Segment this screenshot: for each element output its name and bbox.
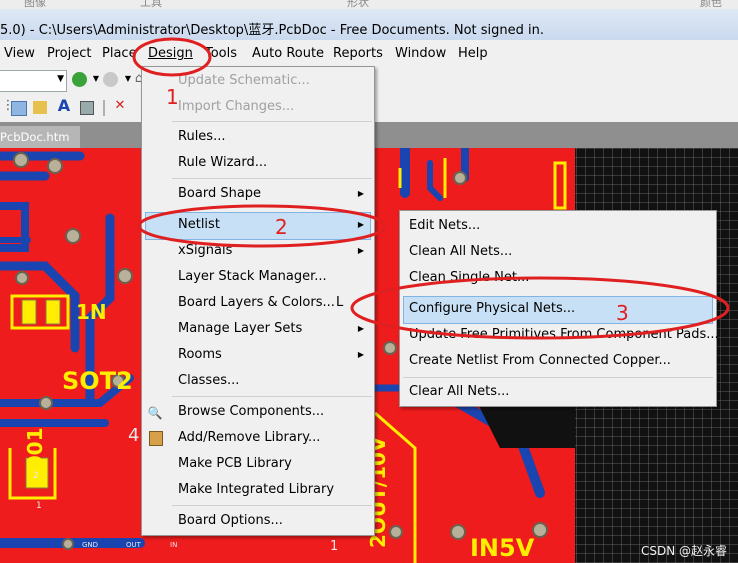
background-app-toolbar-strip: 图像 工具 形状 颜色: [0, 0, 738, 9]
menu-tools[interactable]: Tools: [205, 46, 237, 61]
strip-label: 形状: [347, 0, 369, 9]
submenu-item-clear-all-nets[interactable]: Clear All Nets...: [409, 384, 509, 399]
submenu-item-configure-physical-nets[interactable]: Configure Physical Nets...: [409, 301, 575, 316]
netlist-submenu: Edit Nets... Clean All Nets... Clean Sin…: [399, 210, 719, 407]
menu-item-rooms[interactable]: Rooms: [178, 347, 222, 362]
strip-label: 颜色: [700, 0, 722, 9]
submenu-arrow-icon: ▶: [357, 189, 364, 198]
pin-label: 1: [36, 501, 42, 511]
silkscreen-label: IN5V: [470, 534, 535, 562]
menu-reports[interactable]: Reports: [333, 46, 383, 61]
strip-label: 工具: [140, 0, 162, 9]
menu-separator: [403, 377, 713, 378]
toolbar-divider: [103, 100, 105, 116]
submenu-arrow-icon: ▶: [357, 220, 364, 229]
menu-bar: View Project Place Design Tools Auto Rou…: [0, 40, 738, 67]
strip-label: 图像: [24, 0, 46, 9]
pin-label: IN: [170, 541, 177, 549]
menu-item-board-options[interactable]: Board Options...: [178, 513, 283, 528]
submenu-arrow-icon: ▶: [357, 350, 364, 359]
tab-document[interactable]: PcbDoc.htm: [0, 126, 80, 148]
design-menu: Update Schematic... Import Changes... Ru…: [141, 66, 375, 536]
forward-icon[interactable]: [103, 72, 118, 87]
window-title-bar[interactable]: 5.0) - C:\Users\Administrator\Desktop\蓝牙…: [0, 9, 738, 41]
menu-separator: [172, 178, 372, 179]
library-icon: [149, 431, 163, 446]
menu-item-update-schematic[interactable]: Update Schematic...: [178, 73, 310, 88]
menu-item-rules[interactable]: Rules...: [178, 129, 225, 144]
menu-item-netlist[interactable]: Netlist: [178, 217, 220, 232]
menu-help[interactable]: Help: [458, 46, 488, 61]
shortcut-key: L: [336, 295, 344, 310]
menu-item-classes[interactable]: Classes...: [178, 373, 239, 388]
pin-label: 4: [128, 425, 139, 446]
submenu-item-clean-single-net[interactable]: Clean Single Net...: [409, 270, 529, 285]
menu-item-add-remove-library[interactable]: Add/Remove Library...: [178, 430, 320, 445]
annotation-step-number: 2: [275, 215, 288, 239]
menu-item-board-shape[interactable]: Board Shape: [178, 186, 261, 201]
menu-window[interactable]: Window: [395, 46, 446, 61]
menu-item-board-layers-colors[interactable]: Board Layers & Colors...: [178, 295, 335, 310]
submenu-item-update-free-primitives[interactable]: Update Free Primitives From Component Pa…: [409, 327, 719, 342]
menu-design[interactable]: Design: [148, 46, 193, 61]
menu-item-make-pcb-library[interactable]: Make PCB Library: [178, 456, 292, 471]
menu-place[interactable]: Place: [102, 46, 137, 61]
menu-view[interactable]: View: [4, 46, 35, 61]
menu-item-import-changes[interactable]: Import Changes...: [178, 99, 294, 114]
submenu-arrow-icon: ▶: [357, 246, 364, 255]
silkscreen-label: SOT2: [62, 367, 133, 395]
submenu-item-clean-all-nets[interactable]: Clean All Nets...: [409, 244, 512, 259]
menu-separator: [172, 121, 372, 122]
annotation-step-number: 1: [166, 85, 179, 109]
menu-item-layer-stack-manager[interactable]: Layer Stack Manager...: [178, 269, 327, 284]
menu-separator: [172, 505, 372, 506]
rectangle-tool-icon[interactable]: [11, 101, 27, 116]
delete-icon[interactable]: ✕: [112, 98, 128, 114]
menu-item-make-integrated-library[interactable]: Make Integrated Library: [178, 482, 334, 497]
silkscreen-label: 1N: [76, 300, 107, 324]
menu-item-manage-layer-sets[interactable]: Manage Layer Sets: [178, 321, 302, 336]
pin-label: GND: [82, 541, 98, 549]
text-tool-icon[interactable]: A: [56, 98, 72, 114]
annotation-step-number: 3: [616, 301, 629, 325]
pin-label: 2: [33, 471, 39, 481]
menu-auto-route[interactable]: Auto Route: [252, 46, 324, 61]
back-icon[interactable]: [72, 72, 87, 87]
chevron-down-icon: ▼: [57, 74, 64, 84]
submenu-item-create-netlist-from-copper[interactable]: Create Netlist From Connected Copper...: [409, 353, 671, 368]
pin-label: 1: [330, 539, 338, 554]
chevron-down-icon[interactable]: ▼: [88, 71, 104, 87]
menu-item-xsignals[interactable]: xSignals: [178, 243, 232, 258]
watermark: CSDN @赵永睿: [641, 544, 728, 558]
browse-components-icon: 🔍: [147, 406, 163, 420]
navigation-combo[interactable]: ▼: [0, 70, 67, 92]
menu-project[interactable]: Project: [47, 46, 91, 61]
menu-item-browse-components[interactable]: Browse Components...: [178, 404, 324, 419]
submenu-item-edit-nets[interactable]: Edit Nets...: [409, 218, 480, 233]
menu-separator: [172, 396, 372, 397]
submenu-arrow-icon: ▶: [357, 324, 364, 333]
component-tool-icon[interactable]: [33, 101, 47, 114]
pin-label: OUT: [126, 541, 142, 549]
tab-document-label: PcbDoc.htm: [0, 130, 70, 144]
menu-item-rule-wizard[interactable]: Rule Wizard...: [178, 155, 267, 170]
chip-tool-icon[interactable]: [80, 101, 94, 115]
window-title: 5.0) - C:\Users\Administrator\Desktop\蓝牙…: [0, 23, 545, 38]
